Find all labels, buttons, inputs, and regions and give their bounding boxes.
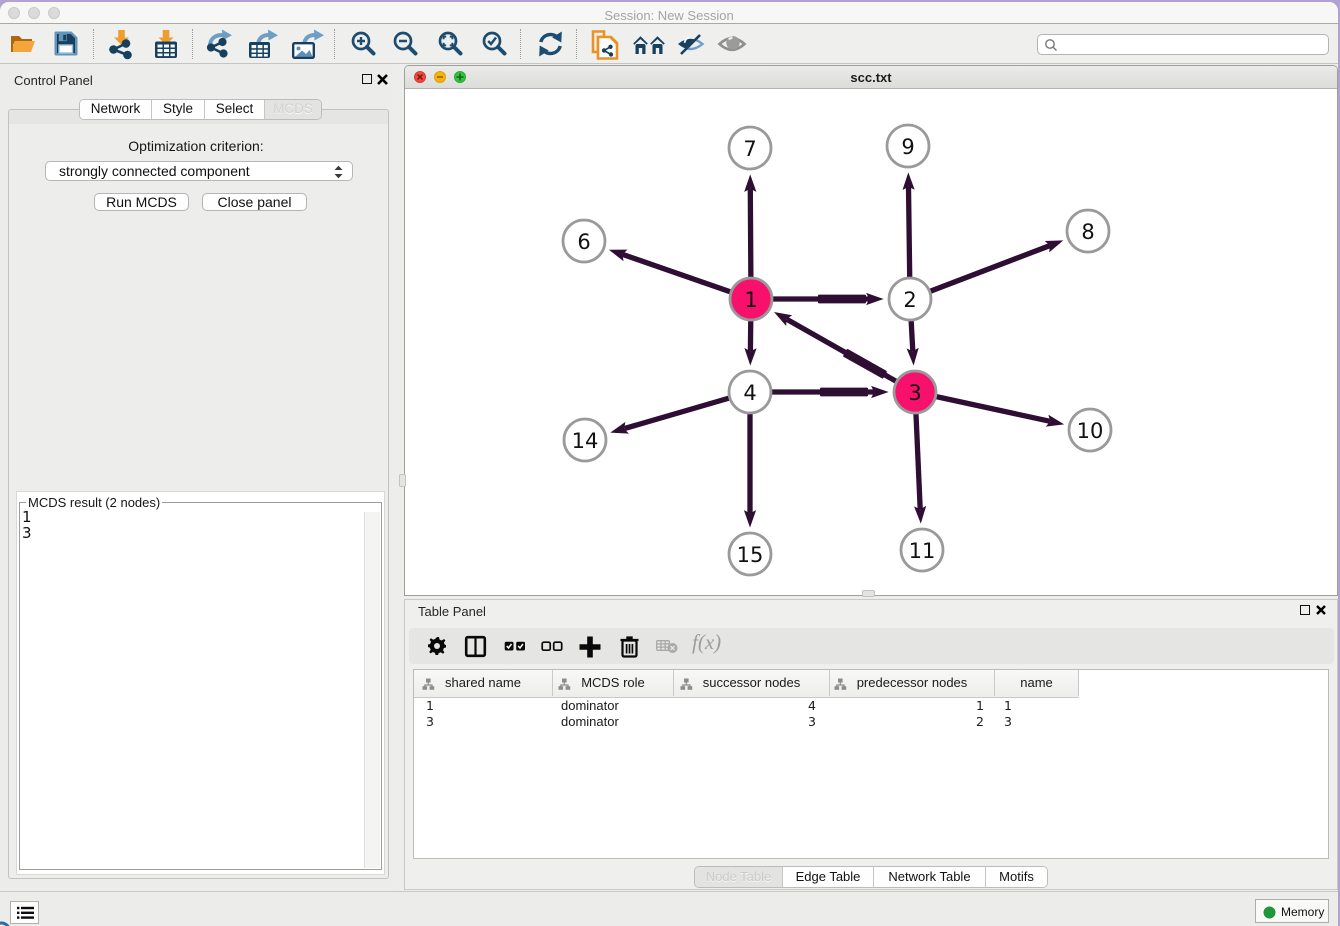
- svg-text:11: 11: [909, 539, 936, 563]
- svg-text:3: 3: [908, 381, 921, 405]
- svg-text:1: 1: [744, 288, 757, 312]
- svg-text:8: 8: [1081, 220, 1094, 244]
- svg-text:2: 2: [903, 288, 916, 312]
- svg-text:4: 4: [743, 381, 756, 405]
- svg-text:10: 10: [1077, 419, 1104, 443]
- svg-text:9: 9: [901, 135, 914, 159]
- svg-text:7: 7: [743, 137, 756, 161]
- svg-text:14: 14: [572, 429, 599, 453]
- svg-text:15: 15: [737, 543, 764, 567]
- svg-text:6: 6: [577, 230, 590, 254]
